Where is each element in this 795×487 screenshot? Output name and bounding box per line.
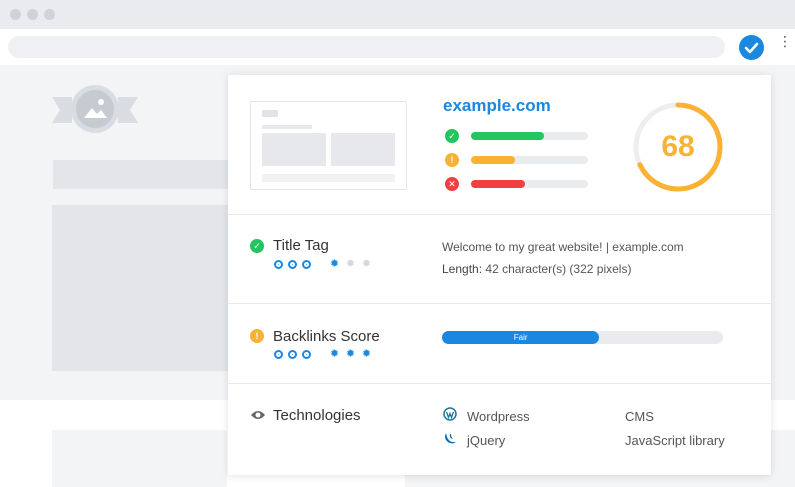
close-window-dot[interactable] [10,9,21,20]
jquery-icon [443,431,457,445]
difficulty-gear-icon: ✹ [361,348,372,360]
title-tag-length: Length: 42 character(s) (322 pixels) [442,262,631,276]
wordpress-icon [443,407,457,421]
error-bar-fill [471,180,525,188]
backlinks-warning-icon: ! [250,329,264,343]
technology-name: Wordpress [467,409,530,424]
difficulty-gear-icon: ✹ [329,348,340,360]
address-bar[interactable] [8,36,725,58]
placeholder-card-left [52,430,227,487]
importance-icon [288,350,297,359]
domain-name[interactable]: example.com [443,96,551,116]
backlinks-score-fill: Fair [442,331,600,344]
warning-bar [471,156,588,164]
warning-bar-fill [471,156,516,164]
divider [228,214,771,215]
checkmark-icon [744,42,759,54]
error-bar [471,180,588,188]
placeholder-image [52,205,228,371]
importance-icon [274,350,283,359]
placeholder-heading [53,160,228,189]
thumbnail-preview [262,110,395,182]
window-titlebar [0,0,795,29]
technology-name: jQuery [467,433,506,448]
technology-category: CMS [625,409,654,424]
backlinks-score-bar: Fair [442,331,723,344]
importance-icon [302,260,311,269]
length-label: Length: [442,262,483,276]
minimize-window-dot[interactable] [27,9,38,20]
backlinks-label[interactable]: Backlinks Score [273,328,380,345]
title-tag-value: Welcome to my great website! | example.c… [442,240,684,254]
importance-icon [274,260,283,269]
pass-bar-fill [471,132,544,140]
title-tag-difficulty-icons: ✹ ✹ ✹ [329,259,372,270]
pass-status-icon: ✓ [445,129,459,143]
divider [228,303,771,304]
backlinks-difficulty-icons: ✹ ✹ ✹ [329,349,372,360]
technologies-label[interactable]: Technologies [273,407,361,424]
error-status-icon: ✕ [445,177,459,191]
pass-bar [471,132,588,140]
more-options-icon[interactable]: ⋮ [778,34,792,58]
site-logo-placeholder [52,85,138,135]
difficulty-gear-icon: ✹ [345,258,356,270]
importance-icon [302,350,311,359]
page-thumbnail [250,101,407,190]
warning-status-icon: ! [445,153,459,167]
title-tag-pass-icon: ✓ [250,239,264,253]
score-gauge: 68 [630,99,726,195]
technology-category: JavaScript library [625,433,725,448]
maximize-window-dot[interactable] [44,9,55,20]
length-value: 42 character(s) (322 pixels) [485,262,632,276]
eye-icon [250,408,266,422]
difficulty-gear-icon: ✹ [345,348,356,360]
backlinks-importance-icons [274,350,311,359]
score-value: 68 [661,130,695,163]
seo-extension-button[interactable] [739,35,764,60]
difficulty-gear-icon: ✹ [361,258,372,270]
title-tag-importance-icons [274,260,311,269]
difficulty-gear-icon: ✹ [329,258,340,270]
divider [228,383,771,384]
importance-icon [288,260,297,269]
seo-panel: example.com ✓ ! ✕ 68 ✓ Title Tag ✹ ✹ ✹ Wel… [228,75,771,475]
title-tag-label[interactable]: Title Tag [273,237,329,254]
